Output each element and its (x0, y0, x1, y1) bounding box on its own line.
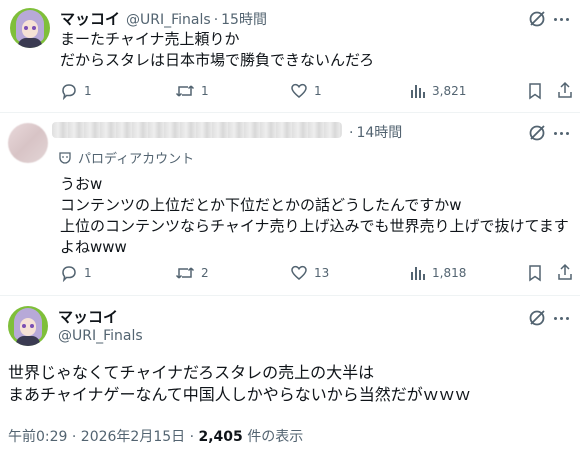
user-handle[interactable]: @URI_Finals (126, 12, 211, 28)
avatar[interactable] (10, 8, 50, 48)
display-name[interactable]: マッコイ (60, 8, 120, 29)
retweet-icon (175, 267, 195, 279)
avatar[interactable] (8, 123, 48, 163)
avatar[interactable] (8, 306, 48, 346)
reply-icon (62, 266, 76, 282)
retweet-icon (175, 85, 195, 97)
retweet-count: 1 (201, 84, 209, 98)
reply-count: 1 (84, 266, 92, 280)
bookmark-icon[interactable] (526, 82, 544, 100)
reply-icon (62, 84, 76, 100)
views-button[interactable]: 1,818 (410, 264, 466, 282)
tweet-2[interactable]: · 14時間 パロディアカウント うおw コンテンツの上位だとか下位だとかの話ど… (0, 113, 580, 296)
redacted-username (52, 122, 342, 138)
tweet-text: まーたチャイナ売上頼りか だからスタレは日本市場で勝負できないんだろ (60, 30, 375, 69)
grok-icon[interactable] (527, 308, 547, 328)
separator-dot: · (349, 125, 354, 141)
tweet-1[interactable]: マッコイ @URI_Finals · 15時間 まーたチャイナ売上頼りか だから… (0, 0, 580, 113)
analytics-icon (411, 85, 425, 98)
grok-icon[interactable] (527, 123, 547, 143)
view-count: 1,818 (432, 266, 467, 280)
views-button[interactable]: 3,821 (410, 82, 466, 100)
retweet-button[interactable]: 2 (175, 264, 209, 282)
more-options-icon[interactable] (554, 123, 569, 143)
like-count: 13 (314, 266, 330, 280)
like-button[interactable]: 13 (290, 264, 329, 282)
heart-icon (291, 83, 307, 98)
reply-button[interactable]: 1 (60, 264, 92, 282)
tweet-header: · 14時間 (346, 122, 402, 142)
retweet-button[interactable]: 1 (175, 82, 209, 100)
like-count: 1 (314, 84, 322, 98)
tweet-header: マッコイ @URI_Finals · 15時間 (60, 8, 267, 29)
tweet-text: うおw コンテンツの上位だとか下位だとかの話どうしたんですかw 上位のコンテンツ… (60, 175, 569, 256)
more-options-icon[interactable] (554, 308, 569, 328)
separator-dot: · (213, 12, 219, 28)
reply-button[interactable]: 1 (60, 82, 92, 100)
tweet-time[interactable]: 14時間 (356, 122, 402, 142)
reply-count: 1 (84, 84, 92, 98)
tweet-text: 世界じゃなくてチャイナだろスタレの売上の大半は まあチャイナゲーなんて中国人しか… (8, 363, 471, 404)
mask-icon (59, 151, 71, 164)
tweet-time[interactable]: 15時間 (221, 9, 267, 29)
tweet-meta: 午前0:29 · 2026年2月15日 · 2,405 件の表示 (8, 426, 303, 446)
more-options-icon[interactable] (554, 9, 569, 29)
retweet-count: 2 (201, 266, 209, 280)
tweet-3-focused[interactable]: マッコイ @URI_Finals 世界じゃなくてチャイナだろスタレの売上の大半は… (0, 296, 580, 452)
user-handle[interactable]: @URI_Finals (58, 328, 143, 344)
parody-label: パロディアカウント (58, 148, 194, 167)
tweet-timestamp[interactable]: 午前0:29 · 2026年2月15日 · (8, 429, 199, 445)
share-icon[interactable] (556, 81, 574, 99)
view-count: 3,821 (432, 84, 467, 98)
bookmark-icon[interactable] (526, 264, 544, 282)
analytics-icon (411, 267, 425, 280)
heart-icon (291, 265, 307, 280)
like-button[interactable]: 1 (290, 82, 322, 100)
parody-text: パロディアカウント (78, 152, 195, 167)
display-name[interactable]: マッコイ (58, 306, 118, 327)
grok-icon[interactable] (527, 9, 547, 29)
view-count: 2,405 (198, 429, 243, 445)
share-icon[interactable] (556, 263, 574, 281)
view-label: 件の表示 (242, 429, 304, 445)
